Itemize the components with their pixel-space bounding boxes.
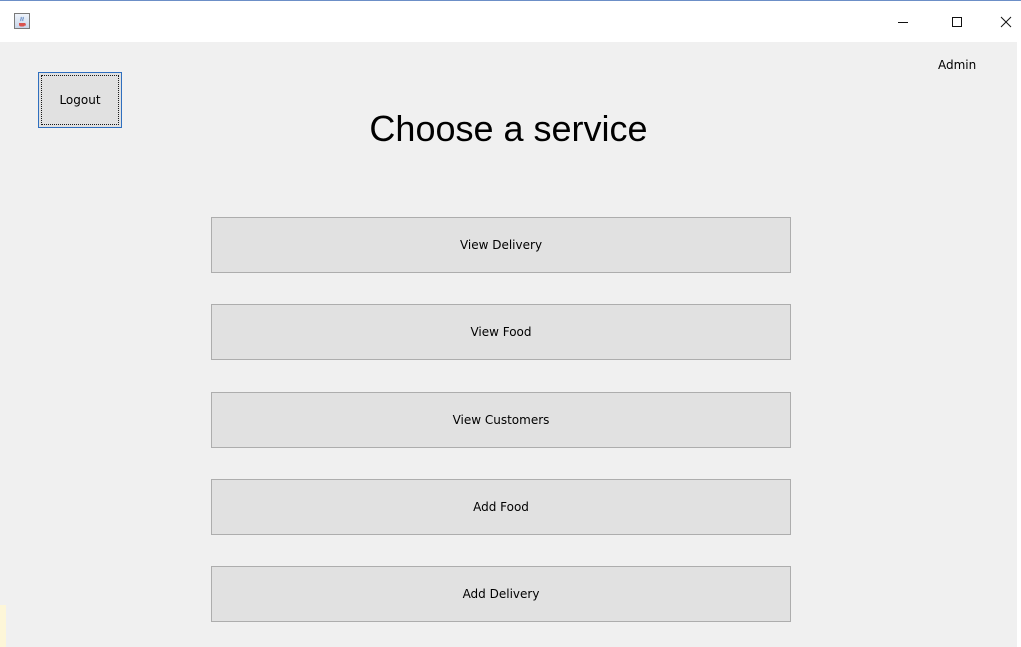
close-icon xyxy=(1000,16,1012,28)
view-customers-button[interactable]: View Customers xyxy=(211,392,791,448)
close-button[interactable] xyxy=(983,1,1021,43)
view-delivery-button[interactable]: View Delivery xyxy=(211,217,791,273)
main-panel: Logout Admin Choose a service View Deliv… xyxy=(0,42,1017,647)
java-cup-icon[interactable] xyxy=(14,13,30,29)
view-food-button[interactable]: View Food xyxy=(211,304,791,360)
add-delivery-button[interactable]: Add Delivery xyxy=(211,566,791,622)
user-role-label: Admin xyxy=(938,58,977,72)
maximize-icon xyxy=(952,17,962,27)
page-title: Choose a service xyxy=(369,108,648,149)
title-bar xyxy=(0,0,1021,42)
maximize-button[interactable] xyxy=(934,1,980,43)
minimize-icon xyxy=(898,22,908,23)
add-food-button[interactable]: Add Food xyxy=(211,479,791,535)
window-edge xyxy=(0,605,6,647)
app-window: Logout Admin Choose a service View Deliv… xyxy=(0,0,1021,647)
minimize-button[interactable] xyxy=(880,1,926,43)
